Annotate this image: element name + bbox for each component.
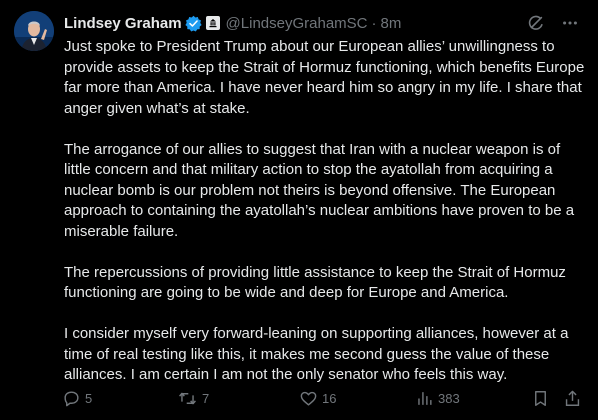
tweet-paragraph: The arrogance of our allies to suggest t… xyxy=(64,140,575,240)
avatar[interactable] xyxy=(14,11,54,51)
bookmark-icon xyxy=(535,391,546,406)
separator-dot: · xyxy=(371,14,377,32)
like-icon xyxy=(300,391,317,406)
repost-button[interactable]: 7 xyxy=(177,389,209,408)
like-button[interactable]: 16 xyxy=(299,389,336,408)
tweet-paragraph: The repercussions of providing little as… xyxy=(64,263,566,302)
views-button[interactable]: 383 xyxy=(415,389,460,408)
author-name[interactable]: Lindsey Graham xyxy=(64,15,182,32)
repost-icon xyxy=(179,392,196,405)
share-icon xyxy=(565,390,580,406)
tweet-actions: 5 7 16 383 xyxy=(62,389,584,411)
bookmark-button[interactable] xyxy=(531,389,550,408)
author-handle[interactable]: @LindseyGrahamSC xyxy=(226,15,368,32)
like-count: 16 xyxy=(322,391,337,406)
tweet-text: Just spoke to President Trump about our … xyxy=(64,37,586,406)
repost-count: 7 xyxy=(202,391,210,406)
tweet-card[interactable]: Lindsey Graham @LindseyGrahamSC · 8m Jus… xyxy=(0,0,598,420)
tweet-header: Lindsey Graham @LindseyGrahamSC · 8m xyxy=(64,12,584,34)
reply-count: 5 xyxy=(85,391,93,406)
tweet-paragraph: Just spoke to President Trump about our … xyxy=(64,38,585,117)
government-affiliation-icon[interactable] xyxy=(205,16,220,30)
tweet-paragraph: I consider myself very forward-leaning o… xyxy=(64,325,569,383)
reply-button[interactable]: 5 xyxy=(62,389,92,408)
header-actions xyxy=(526,13,580,33)
more-icon[interactable] xyxy=(560,13,580,33)
grok-icon[interactable] xyxy=(526,13,546,33)
timestamp[interactable]: 8m xyxy=(381,15,402,32)
views-count: 383 xyxy=(438,391,460,406)
reply-icon xyxy=(64,391,79,407)
views-icon xyxy=(418,392,432,405)
verified-badge-icon xyxy=(184,15,202,32)
share-button[interactable] xyxy=(563,389,582,408)
